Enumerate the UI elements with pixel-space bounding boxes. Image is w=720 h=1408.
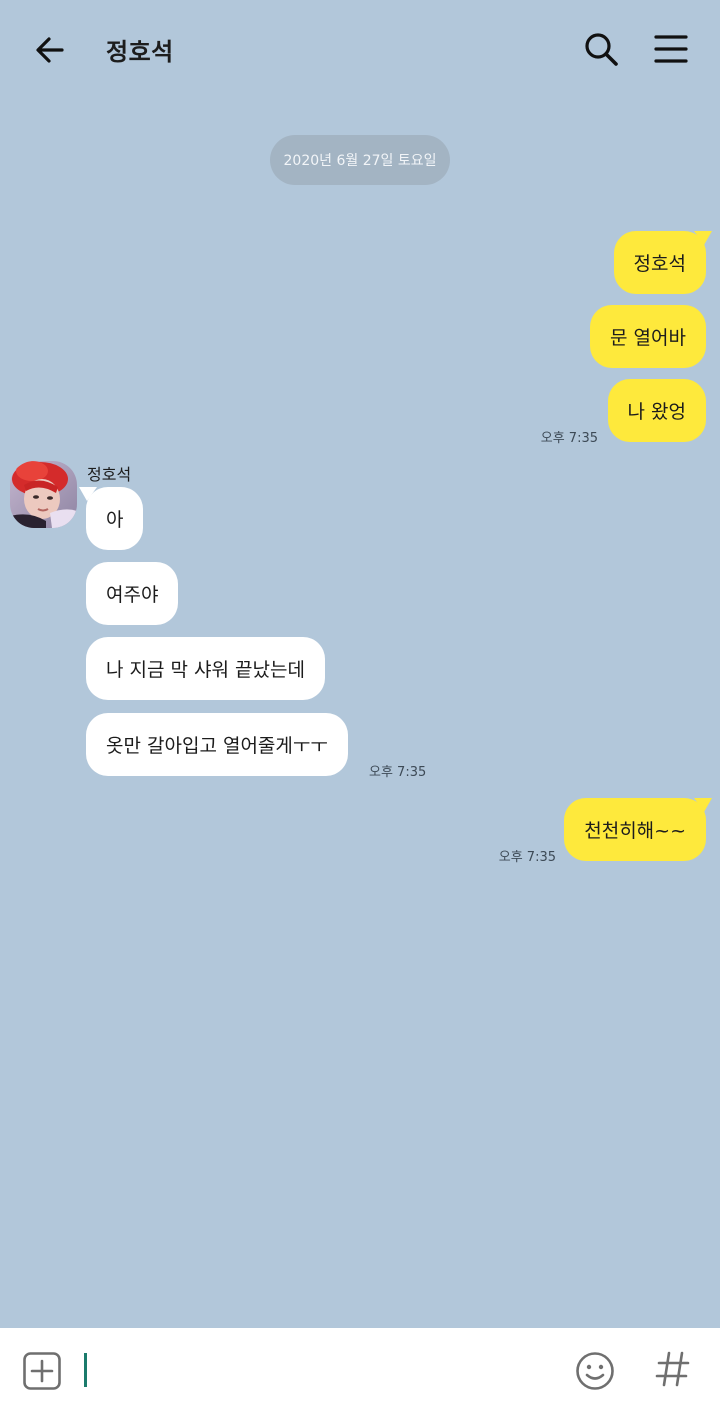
- hamburger-menu-icon: [654, 35, 688, 63]
- message-timestamp: 오후 7:35: [498, 850, 556, 865]
- message-text: 문 열어바: [610, 327, 686, 349]
- avatar[interactable]: [10, 461, 77, 528]
- text-cursor: [84, 1353, 87, 1387]
- bubble-tail: [694, 231, 712, 245]
- profile-photo: [10, 461, 77, 528]
- hashtag-icon: [655, 1351, 690, 1387]
- message-text: 나 지금 막 샤워 끝났는데: [106, 659, 305, 681]
- received-message-bubble[interactable]: 여주야: [86, 562, 179, 625]
- message-text: 옷만 갈아입고 열어줄게ㅜㅜ: [106, 735, 328, 757]
- message-timestamp: 오후 7:35: [540, 431, 598, 446]
- received-message-bubble[interactable]: 아: [79, 487, 144, 550]
- my-message-bubble[interactable]: 정호석: [613, 231, 712, 294]
- chat-title: 정호석: [106, 38, 174, 66]
- message-text: 아: [106, 509, 124, 531]
- sender-name: 정호석: [87, 465, 132, 484]
- message-input-bar: [0, 1328, 720, 1408]
- message-input[interactable]: [90, 1346, 550, 1392]
- message-text: 천천히해~~: [584, 820, 686, 842]
- smiley-icon: [576, 1352, 614, 1390]
- message-text: 여주야: [106, 584, 159, 606]
- received-message-bubble[interactable]: 나 지금 막 샤워 끝났는데: [86, 637, 325, 700]
- my-message-bubble[interactable]: 나 왔엉: [607, 379, 706, 442]
- chat-screen: 정호석 2020년 6월 27일 토요일 정호석 문 열어바 나 왔엉 오후 7…: [0, 0, 720, 1408]
- bubble-tail: [694, 798, 712, 812]
- search-button[interactable]: [578, 26, 624, 72]
- plus-square-icon: [23, 1352, 61, 1390]
- date-divider: 2020년 6월 27일 토요일: [270, 135, 450, 185]
- received-message-bubble[interactable]: 옷만 갈아입고 열어줄게ㅜㅜ: [86, 713, 348, 776]
- menu-button[interactable]: [648, 26, 694, 72]
- my-message-bubble[interactable]: 문 열어바: [590, 305, 706, 368]
- message-text: 나 왔엉: [627, 401, 686, 423]
- bubble-tail: [79, 487, 97, 501]
- emoji-button[interactable]: [574, 1350, 616, 1392]
- search-icon: [585, 33, 618, 66]
- message-text: 정호석: [633, 253, 686, 275]
- attach-button[interactable]: [22, 1351, 62, 1391]
- my-message-bubble[interactable]: 천천히해~~: [564, 798, 712, 861]
- hashtag-button[interactable]: [652, 1348, 694, 1390]
- message-timestamp: 오후 7:35: [369, 765, 427, 780]
- arrow-left-icon: [36, 37, 64, 63]
- back-button[interactable]: [26, 26, 74, 74]
- chat-header: 정호석: [0, 0, 720, 100]
